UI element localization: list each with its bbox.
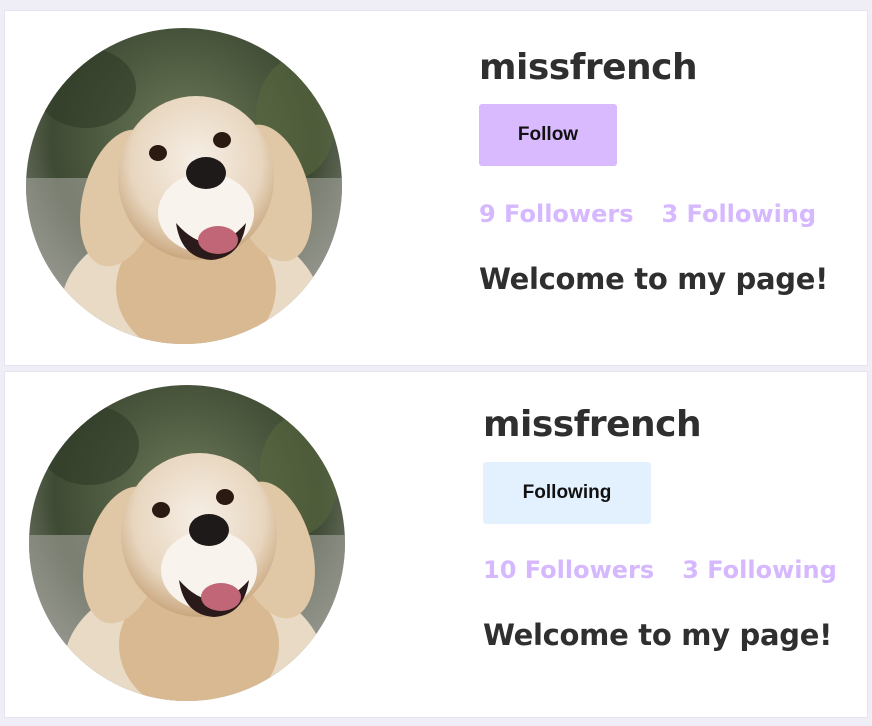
following-count[interactable]: 3 Following bbox=[661, 200, 816, 228]
followers-count[interactable]: 9 Followers bbox=[479, 200, 633, 228]
following-button[interactable]: Following bbox=[483, 462, 651, 524]
profile-list: missfrench Follow 9 Followers 3 Followin… bbox=[0, 0, 872, 726]
username: missfrench bbox=[483, 404, 702, 445]
following-count[interactable]: 3 Following bbox=[682, 556, 837, 584]
profile-card: missfrench Follow 9 Followers 3 Followin… bbox=[4, 10, 868, 366]
profile-bio: Welcome to my page! bbox=[483, 618, 833, 652]
dog-photo-image bbox=[29, 385, 345, 701]
username: missfrench bbox=[479, 47, 698, 88]
followers-count[interactable]: 10 Followers bbox=[483, 556, 654, 584]
profile-card: missfrench Following 10 Followers 3 Foll… bbox=[4, 371, 868, 718]
dog-photo-image bbox=[26, 28, 342, 344]
avatar bbox=[29, 385, 345, 701]
profile-bio: Welcome to my page! bbox=[479, 262, 829, 296]
avatar bbox=[26, 28, 342, 344]
follow-button[interactable]: Follow bbox=[479, 104, 617, 166]
profile-stats: 9 Followers 3 Following bbox=[479, 200, 816, 228]
profile-stats: 10 Followers 3 Following bbox=[483, 556, 837, 584]
